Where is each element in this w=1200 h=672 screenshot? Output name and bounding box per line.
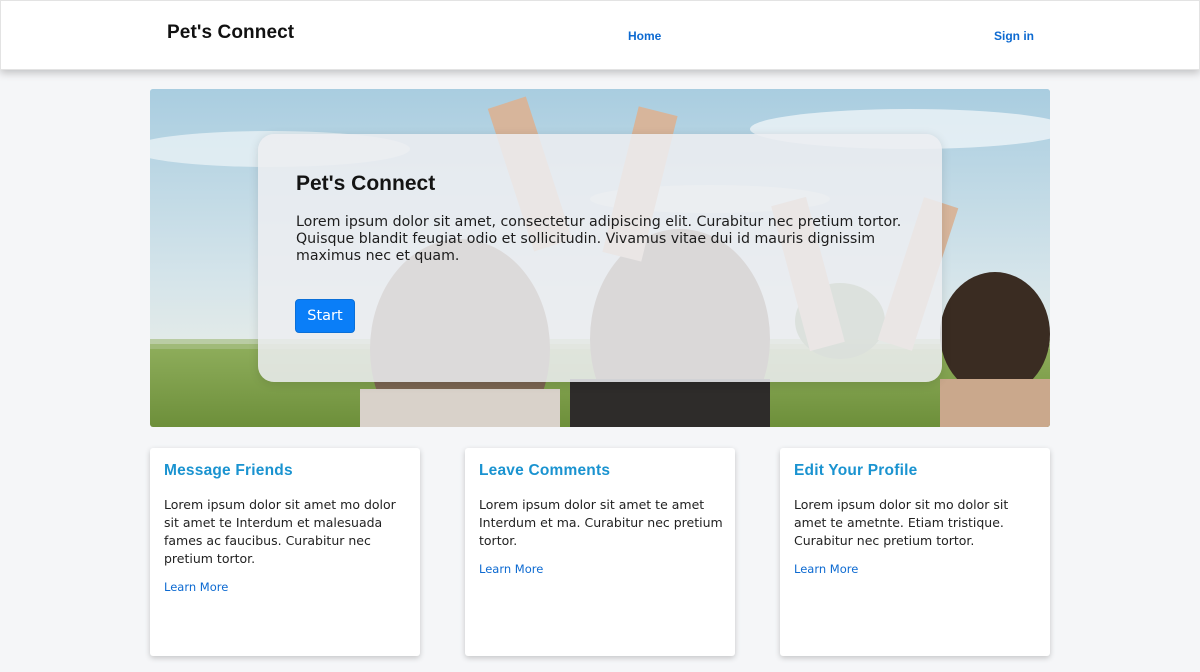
learn-more-link[interactable]: Learn More [794, 560, 1042, 578]
card-description: Lorem ipsum dolor sit amet mo dolor sit … [164, 497, 396, 566]
feature-card-edit-profile: Edit Your Profile Lorem ipsum dolor sit … [780, 448, 1050, 656]
card-body: Lorem ipsum dolor sit amet mo dolor sit … [164, 496, 412, 596]
card-title: Edit Your Profile [794, 462, 918, 479]
start-button[interactable]: Start [295, 299, 355, 333]
learn-more-link[interactable]: Learn More [164, 578, 412, 596]
nav-sign-in-link[interactable]: Sign in [994, 29, 1034, 43]
hero-description: Lorem ipsum dolor sit amet, consectetur … [296, 214, 902, 264]
feature-card-leave-comments: Leave Comments Lorem ipsum dolor sit ame… [465, 448, 735, 656]
learn-more-link[interactable]: Learn More [479, 560, 727, 578]
hero-title: Pet's Connect [296, 172, 436, 195]
card-description: Lorem ipsum dolor sit mo dolor sit amet … [794, 497, 1009, 548]
card-body: Lorem ipsum dolor sit amet te amet Inter… [479, 496, 727, 578]
feature-card-message-friends: Message Friends Lorem ipsum dolor sit am… [150, 448, 420, 656]
card-title: Message Friends [164, 462, 293, 479]
hero-banner: Pet's Connect Lorem ipsum dolor sit amet… [150, 89, 1050, 427]
card-description: Lorem ipsum dolor sit amet te amet Inter… [479, 497, 723, 548]
nav-home-link[interactable]: Home [628, 29, 661, 43]
card-title: Leave Comments [479, 462, 611, 479]
brand-logo[interactable]: Pet's Connect [167, 22, 294, 44]
hero-card: Pet's Connect Lorem ipsum dolor sit amet… [258, 134, 942, 382]
card-body: Lorem ipsum dolor sit mo dolor sit amet … [794, 496, 1042, 578]
top-navbar: Pet's Connect Home Sign in [0, 0, 1200, 70]
